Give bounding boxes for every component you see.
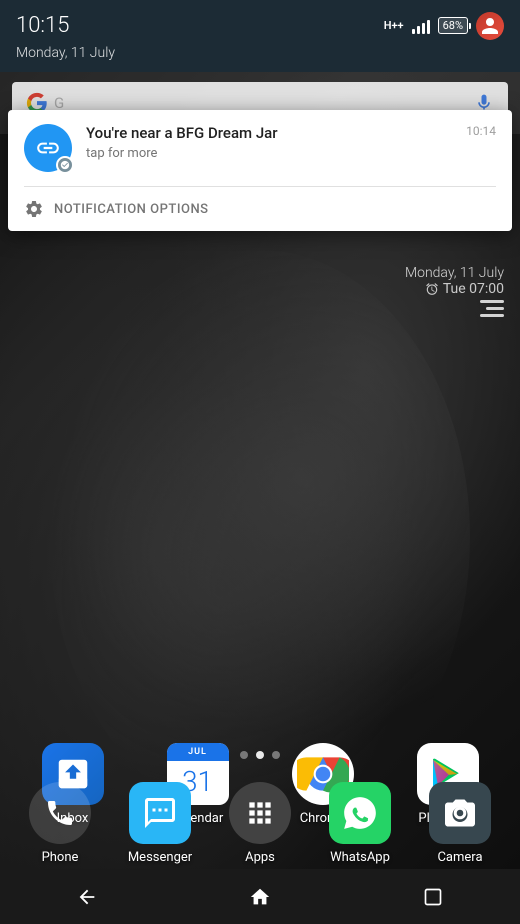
status-bar: 10:15 H++ 68% Monday, 11 July: [0, 0, 520, 72]
home-button[interactable]: [235, 877, 285, 917]
bottom-dock: Phone Messenger Apps WhatsApp: [0, 778, 520, 869]
whatsapp-icon: [329, 782, 391, 844]
battery-indicator: 68%: [438, 17, 468, 34]
network-type: H++: [384, 19, 404, 32]
phone-icon: [29, 782, 91, 844]
notification-options-button[interactable]: NOTIFICATION OPTIONS: [8, 187, 512, 231]
wallpaper-date: Monday, 11 July: [405, 265, 504, 281]
notification-badge: [56, 156, 74, 174]
back-button[interactable]: [62, 877, 112, 917]
app-phone[interactable]: Phone: [15, 782, 105, 865]
phone-label: Phone: [42, 850, 79, 865]
apps-label: Apps: [245, 850, 275, 865]
notification-body[interactable]: You're near a BFG Dream Jar tap for more…: [8, 110, 512, 186]
notification-content: You're near a BFG Dream Jar tap for more: [86, 124, 452, 161]
calendar-month: JUL: [167, 743, 229, 761]
status-icons: H++ 68%: [384, 12, 504, 40]
messenger-label: Messenger: [128, 850, 192, 865]
signal-icon: [412, 18, 430, 34]
recents-button[interactable]: [408, 877, 458, 917]
user-avatar[interactable]: [476, 12, 504, 40]
notification-time: 10:14: [466, 124, 496, 138]
messenger-icon: [129, 782, 191, 844]
app-camera[interactable]: Camera: [415, 782, 505, 865]
apps-icon: [229, 782, 291, 844]
notification-options-label: NOTIFICATION OPTIONS: [54, 202, 209, 217]
date-overlay: Monday, 11 July Tue 07:00: [405, 265, 504, 297]
notification-icon-wrap: [24, 124, 72, 172]
camera-label: Camera: [437, 850, 482, 865]
whatsapp-label: WhatsApp: [330, 850, 390, 865]
status-date: Monday, 11 July: [16, 45, 115, 61]
navigation-bar: [0, 869, 520, 924]
clock: 10:15: [16, 13, 69, 38]
camera-icon: [429, 782, 491, 844]
alarm-time: Tue 07:00: [443, 281, 504, 297]
menu-icon: [480, 300, 504, 317]
notification-title: You're near a BFG Dream Jar: [86, 124, 452, 144]
app-messenger[interactable]: Messenger: [115, 782, 205, 865]
notification-subtitle: tap for more: [86, 146, 452, 161]
app-whatsapp[interactable]: WhatsApp: [315, 782, 405, 865]
notification-card[interactable]: You're near a BFG Dream Jar tap for more…: [8, 110, 512, 231]
app-apps-launcher[interactable]: Apps: [215, 782, 305, 865]
alarm-display: Tue 07:00: [405, 281, 504, 297]
